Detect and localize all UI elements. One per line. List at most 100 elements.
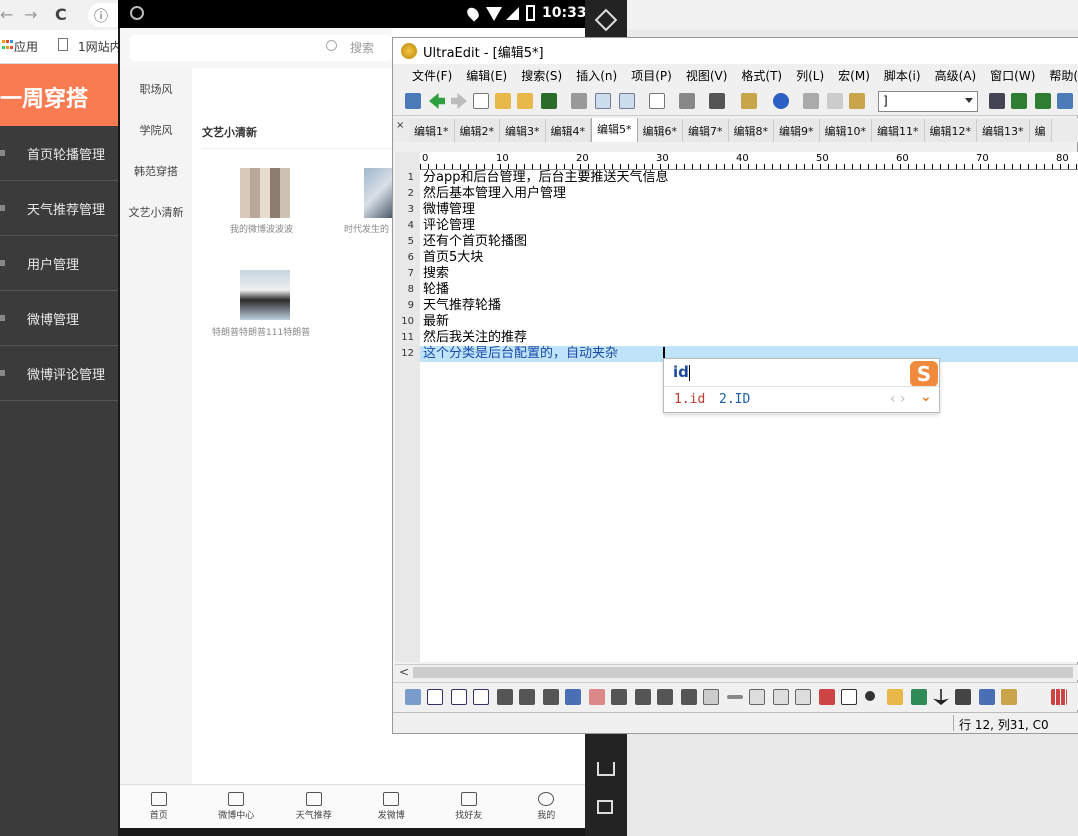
input-icon[interactable] <box>749 689 765 705</box>
image-icon[interactable] <box>911 689 927 705</box>
file-tab[interactable]: 编辑11* <box>872 119 925 142</box>
sidebar-item-weibo[interactable]: 微博管理 <box>0 291 118 346</box>
forward-icon[interactable]: → <box>24 5 37 24</box>
apps-link[interactable]: 应用 <box>14 38 38 55</box>
home-icon[interactable] <box>597 762 615 776</box>
ime-candidate-2[interactable]: 2.ID <box>719 392 750 407</box>
search-input[interactable]: 搜索 <box>130 35 392 61</box>
rotate-icon[interactable] <box>594 8 618 32</box>
menu-project[interactable]: 项目(P) <box>624 67 679 84</box>
bold-icon[interactable] <box>427 689 443 705</box>
browser-icon[interactable] <box>773 93 789 109</box>
close-tab-icon[interactable]: × <box>396 120 404 131</box>
numbered-list-icon[interactable] <box>543 689 559 705</box>
search-combo[interactable]: ] <box>878 91 978 112</box>
page-setup-icon[interactable] <box>619 93 635 109</box>
product-image[interactable] <box>364 168 392 218</box>
product-image[interactable] <box>240 168 290 218</box>
file-tab[interactable]: 编辑3* <box>500 119 546 142</box>
file-tab[interactable]: 编辑8* <box>728 119 774 142</box>
file-tab[interactable]: 编辑1* <box>409 119 455 142</box>
menu-macro[interactable]: 宏(M) <box>831 67 877 84</box>
tab-weather[interactable]: 天气推荐 <box>275 785 353 828</box>
anchor-icon[interactable] <box>933 689 949 705</box>
recents-icon[interactable] <box>597 800 613 814</box>
file-tab[interactable]: 编辑12* <box>924 119 977 142</box>
heading-icon[interactable] <box>681 689 697 705</box>
button-icon[interactable] <box>819 689 835 705</box>
template-icon[interactable] <box>1001 689 1017 705</box>
find-icon[interactable] <box>989 93 1005 109</box>
menu-file[interactable]: 文件(F) <box>405 67 459 84</box>
address-bar[interactable]: ⓘ <box>88 3 118 27</box>
category-item-active[interactable]: 文艺小清新 <box>120 191 192 232</box>
product-image[interactable] <box>240 270 290 320</box>
menu-format[interactable]: 格式(T) <box>734 67 789 84</box>
italic-icon[interactable] <box>451 689 467 705</box>
wrap-icon[interactable] <box>679 93 695 109</box>
menu-view[interactable]: 视图(V) <box>679 67 735 84</box>
html-tag-icon[interactable] <box>405 689 421 705</box>
open-ftp-icon[interactable] <box>405 93 421 109</box>
checkbox-icon[interactable] <box>841 689 857 705</box>
hex-icon[interactable] <box>709 93 725 109</box>
radio-icon[interactable] <box>865 691 875 701</box>
file-tab[interactable]: 编辑9* <box>774 119 820 142</box>
menu-help[interactable]: 帮助(H <box>1042 67 1078 84</box>
link-icon[interactable] <box>955 689 971 705</box>
validate-icon[interactable] <box>979 689 995 705</box>
scroll-left-icon[interactable]: < <box>399 665 409 679</box>
hr-icon[interactable] <box>727 695 743 699</box>
category-item[interactable]: 职场风 <box>120 68 192 109</box>
menu-script[interactable]: 脚本(i) <box>877 67 928 84</box>
select-icon[interactable] <box>795 689 811 705</box>
ime-page-nav-icon[interactable]: ‹ › <box>890 391 906 407</box>
open-folder-icon[interactable] <box>495 93 511 109</box>
form-icon[interactable] <box>703 689 719 705</box>
save-icon[interactable] <box>541 93 557 109</box>
copy-icon[interactable] <box>827 93 843 109</box>
tab-home[interactable]: 首页 <box>120 785 198 828</box>
print-preview-icon[interactable] <box>595 93 611 109</box>
menu-search[interactable]: 搜索(S) <box>514 67 569 84</box>
file-tab[interactable]: 编辑2* <box>454 119 500 142</box>
file-tab[interactable]: 编辑13* <box>977 119 1030 142</box>
file-tab-active[interactable]: 编辑5* <box>591 118 638 142</box>
heading-icon[interactable] <box>635 689 651 705</box>
bullet-list-icon[interactable] <box>519 689 535 705</box>
replace-icon[interactable] <box>1057 93 1073 109</box>
paste-icon[interactable] <box>849 93 865 109</box>
ime-expand-icon[interactable]: ⌄ <box>920 389 932 405</box>
open-folder-icon[interactable] <box>517 93 533 109</box>
scrollbar-thumb[interactable] <box>413 667 1073 678</box>
back-arrow-icon[interactable] <box>429 93 445 109</box>
back-icon[interactable]: ← <box>0 5 13 24</box>
apps-icon[interactable] <box>2 40 13 50</box>
sidebar-item-comments[interactable]: 微博评论管理 <box>0 346 118 401</box>
find-next-icon[interactable] <box>1011 93 1027 109</box>
menu-column[interactable]: 列(L) <box>789 67 831 84</box>
frame-icon[interactable] <box>887 689 903 705</box>
menu-insert[interactable]: 插入(n) <box>569 67 624 84</box>
tab-post[interactable]: 发微博 <box>353 785 431 828</box>
align-icon[interactable] <box>497 689 513 705</box>
table-icon[interactable] <box>1051 689 1067 705</box>
bookmark-link[interactable]: 1网站内 <box>78 38 118 55</box>
menu-window[interactable]: 窗口(W) <box>983 67 1042 84</box>
find-prev-icon[interactable] <box>1035 93 1051 109</box>
sidebar-item-weather[interactable]: 天气推荐管理 <box>0 181 118 236</box>
menu-edit[interactable]: 编辑(E) <box>459 67 514 84</box>
print-icon[interactable] <box>571 93 587 109</box>
properties-icon[interactable] <box>649 93 665 109</box>
color-icon[interactable] <box>589 689 605 705</box>
menu-advanced[interactable]: 高级(A) <box>928 67 984 84</box>
underline-icon[interactable] <box>473 689 489 705</box>
cut-icon[interactable] <box>803 93 819 109</box>
tab-friends[interactable]: 找好友 <box>430 785 508 828</box>
sidebar-item-carousel[interactable]: 首页轮播管理 <box>0 126 118 181</box>
reload-icon[interactable]: C <box>55 5 67 24</box>
forward-arrow-icon[interactable] <box>451 93 467 109</box>
file-tab[interactable]: 编 <box>1029 119 1052 142</box>
category-item[interactable]: 学院风 <box>120 109 192 150</box>
font-icon[interactable] <box>565 689 581 705</box>
